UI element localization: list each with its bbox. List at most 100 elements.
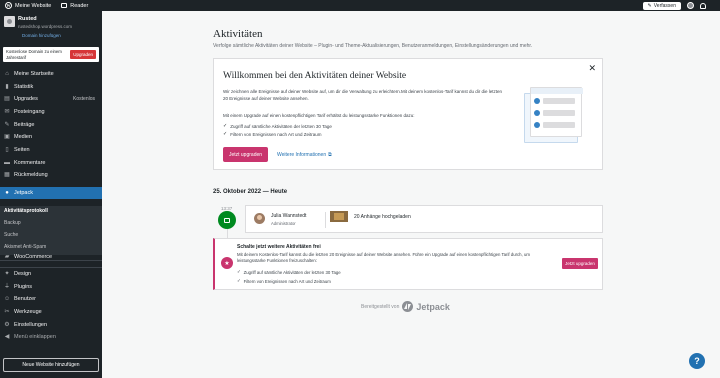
site-icon: [4, 16, 15, 27]
sidebar-item-feedback[interactable]: ▦ Rückmeldung: [0, 169, 102, 181]
stats-icon: ▮: [5, 84, 9, 90]
powered-by-text: Bereitgestellt von: [361, 303, 400, 310]
actor-avatar: [254, 213, 265, 224]
wordpress-logo-icon: W: [5, 2, 12, 9]
close-icon[interactable]: ✕: [588, 63, 596, 74]
sidebar-item-label: Posteingang: [14, 109, 45, 115]
sidebar-item-label: Design: [14, 271, 32, 277]
sidebar-item-users[interactable]: ☺ Benutzer: [0, 293, 102, 305]
sidebar-item-home[interactable]: ⌂ Meine Startseite: [0, 68, 102, 80]
sidebar-item-label: Jetpack: [14, 190, 33, 196]
upgrade-now-button[interactable]: Jetzt upgraden: [223, 147, 268, 162]
sidebar-item-inbox[interactable]: ✉ Posteingang: [0, 106, 102, 118]
page-subtitle: Verfolge sämtliche Aktivitäten deiner We…: [213, 43, 533, 49]
domain-upsell-banner: Kostenlose Domain zu einem Jahrestarif U…: [3, 47, 99, 62]
sidebar-item-label: Seiten: [14, 147, 30, 153]
sidebar-item-woocommerce[interactable]: ▰ WooCommerce: [0, 251, 102, 263]
site-url: rustedshop.wordpress.com: [18, 24, 73, 29]
sidebar-item-label: Einstellungen: [14, 322, 48, 328]
powered-by-footer: Bereitgestellt von Jetpack: [361, 301, 450, 312]
top-bar: W Meine Website Reader ✎ Verfassen: [0, 0, 720, 11]
write-button[interactable]: ✎ Verfassen: [642, 1, 681, 10]
welcome-title: Willkommen bei den Aktivitäten deiner We…: [223, 71, 407, 81]
notifications-icon[interactable]: [700, 2, 706, 9]
sidebar-item-collapse[interactable]: ◀ Menü einklappen: [0, 331, 102, 343]
sidebar-item-label: Menü einklappen: [14, 334, 56, 340]
sidebar-item-settings[interactable]: ⚙ Einstellungen: [0, 319, 102, 331]
feature-text: Zugriff auf sämtliche Aktivitäten der le…: [230, 123, 332, 129]
reader-icon: [61, 3, 68, 8]
unlock-activities-card: ★ Schalte jetzt weitere Aktivitäten frei…: [213, 238, 603, 290]
media-icon: ▣: [4, 134, 10, 140]
sidebar-item-media[interactable]: ▣ Medien: [0, 131, 102, 143]
pages-icon: ▯: [5, 147, 9, 153]
sidebar-item-label: Rückmeldung: [14, 172, 48, 178]
feature-item: ✓ Filtern von Ereignissen nach Art und Z…: [237, 278, 331, 284]
add-new-site-button[interactable]: Neue Website hinzufügen: [3, 358, 99, 372]
add-domain-link[interactable]: Domain hinzufügen: [22, 33, 61, 38]
sidebar-item-design[interactable]: ✦ Design: [0, 268, 102, 280]
sidebar-item-comments[interactable]: ▬ Kommentare: [0, 157, 102, 169]
write-label: Verfassen: [653, 2, 676, 9]
sidebar-item-label: Statistik: [14, 84, 34, 90]
submenu-search[interactable]: Suche: [4, 232, 18, 238]
pencil-icon: ✎: [647, 2, 652, 9]
sidebar-item-jetpack[interactable]: ● Jetpack: [0, 187, 102, 199]
unlock-upgrade-button[interactable]: Jetzt upgraden: [562, 258, 598, 269]
page-title: Aktivitäten: [213, 28, 263, 40]
submenu-activity-log[interactable]: Aktivitätsprotokoll: [4, 208, 48, 214]
sidebar-item-label: Plugins: [14, 284, 33, 290]
external-link-icon: ⧉: [328, 152, 332, 158]
reader-label: Reader: [70, 2, 89, 9]
sidebar-item-label: Kommentare: [14, 160, 46, 166]
activity-item[interactable]: Julia Wannstedt Administrator 20 Anhänge…: [245, 205, 603, 233]
sidebar-item-label: Medien: [14, 134, 33, 140]
learn-more-label: Weitere Informationen: [277, 152, 327, 158]
sidebar-item-label: WooCommerce: [14, 254, 53, 260]
unlock-title: Schalte jetzt weitere Aktivitäten frei: [237, 244, 321, 250]
sidebar-item-pages[interactable]: ▯ Seiten: [0, 144, 102, 156]
sidebar-item-label: Meine Startseite: [14, 71, 54, 77]
feature-text: Filtern von Ereignissen nach Art und Zei…: [243, 278, 331, 284]
checkmark-icon: ✓: [223, 131, 228, 137]
user-avatar[interactable]: [687, 2, 694, 9]
sidebar-item-plugins[interactable]: ⏚ Plugins: [0, 281, 102, 293]
sidebar-item-upgrades[interactable]: ▤ Upgrades Kostenlos: [0, 93, 102, 105]
submenu-backup[interactable]: Backup: [4, 220, 21, 226]
activity-description: 20 Anhänge hochgeladen: [354, 214, 411, 220]
upgrades-icon: ▤: [4, 96, 10, 102]
sidebar-item-label: Upgrades: [14, 96, 38, 102]
sidebar-item-stats[interactable]: ▮ Statistik: [0, 81, 102, 93]
users-icon: ☺: [3, 296, 11, 302]
domain-upsell-text: Kostenlose Domain zu einem Jahrestarif: [6, 49, 62, 60]
attachment-thumbnail: [330, 211, 348, 222]
my-site-link[interactable]: W Meine Website: [0, 0, 56, 11]
help-button[interactable]: ?: [689, 353, 705, 369]
settings-icon: ⚙: [4, 322, 10, 328]
actor-role: Administrator: [271, 221, 296, 226]
star-icon: ★: [221, 257, 233, 269]
jetpack-logo-icon: [402, 301, 414, 312]
home-icon: ⌂: [5, 71, 9, 77]
site-name: Rusted: [18, 16, 37, 22]
unlock-description: Mit deinem Kostenlos-Tarif kannst du die…: [237, 252, 530, 263]
jetpack-wordmark: Jetpack: [416, 301, 450, 312]
sidebar-item-tools[interactable]: ✂ Werkzeuge: [0, 306, 102, 318]
my-site-label: Meine Website: [15, 2, 52, 9]
plugins-icon: ⏚: [4, 284, 11, 290]
learn-more-link[interactable]: Weitere Informationen ⧉: [277, 152, 332, 158]
media-upload-icon: [218, 211, 236, 229]
sidebar: Rusted rustedshop.wordpress.com Domain h…: [0, 11, 102, 378]
jetpack-submenu: Aktivitätsprotokoll Backup Suche Akismet…: [0, 206, 102, 255]
site-card[interactable]: Rusted rustedshop.wordpress.com Domain h…: [3, 14, 99, 48]
submenu-akismet[interactable]: Akismet Anti-Spam: [4, 244, 46, 250]
jetpack-icon: ●: [5, 190, 9, 196]
collapse-icon: ◀: [4, 334, 10, 340]
reader-link[interactable]: Reader: [56, 0, 93, 11]
domain-upgrade-button[interactable]: Upgraden: [70, 50, 96, 59]
checkmark-icon: ✓: [237, 269, 241, 274]
inbox-icon: ✉: [4, 109, 10, 115]
feature-item: ✓ Zugriff auf sämtliche Aktivitäten der …: [223, 123, 332, 129]
feature-text: Zugriff auf sämtliche Aktivitäten der le…: [243, 269, 341, 275]
sidebar-item-posts[interactable]: ✎ Beiträge: [0, 119, 102, 131]
